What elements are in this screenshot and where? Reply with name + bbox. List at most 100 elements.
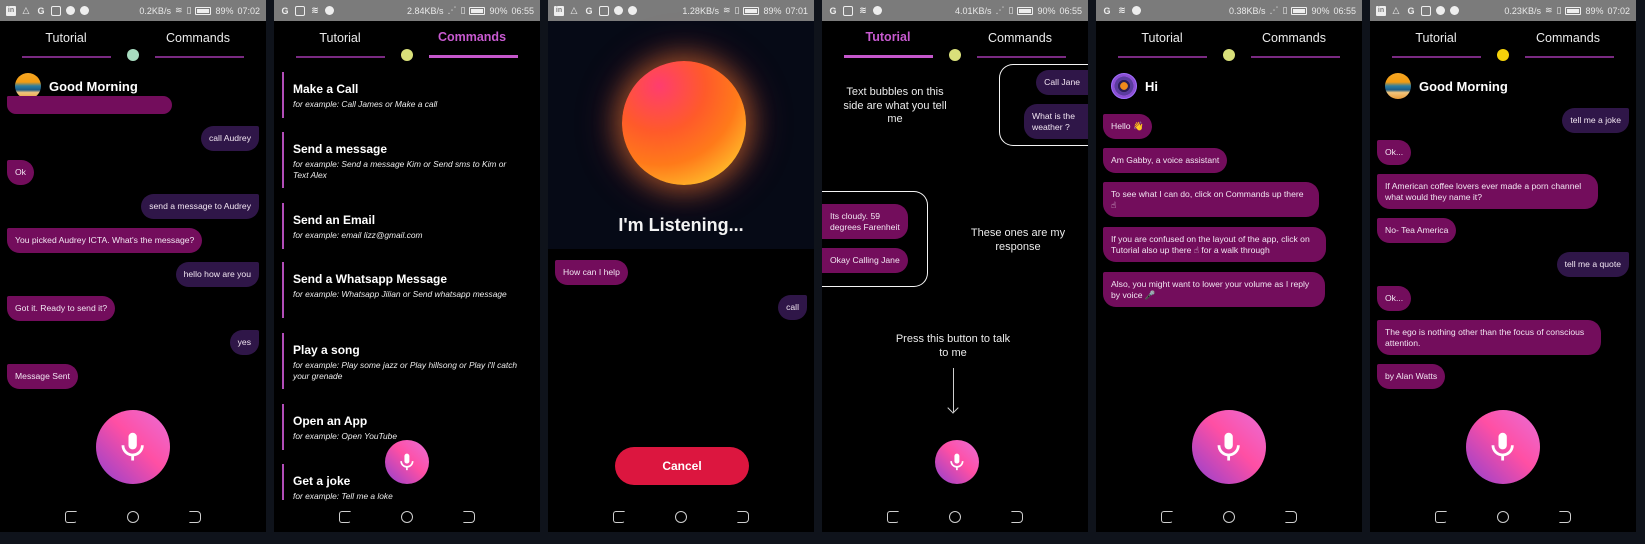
tab-commands[interactable]: Commands bbox=[148, 31, 248, 45]
status-bar: G ≋ 2.84KB/s ⋰ ▯ 90% 06:55 bbox=[274, 0, 540, 21]
mic-button[interactable] bbox=[385, 440, 429, 484]
recent-apps-icon[interactable] bbox=[1161, 511, 1173, 523]
tab-bar: Tutorial Commands bbox=[1096, 22, 1362, 62]
recent-apps-icon[interactable] bbox=[887, 511, 899, 523]
back-icon[interactable] bbox=[189, 511, 201, 523]
wifi-icon: ≋ bbox=[174, 5, 183, 15]
battery-percent: 89% bbox=[763, 5, 782, 16]
google-icon: G bbox=[1103, 5, 1111, 16]
back-icon[interactable] bbox=[1285, 511, 1297, 523]
mic-button[interactable] bbox=[1466, 410, 1540, 484]
google-icon: G bbox=[829, 5, 837, 16]
cast-icon bbox=[51, 5, 61, 16]
command-item[interactable]: Send a Whatsapp Message for example: Wha… bbox=[282, 262, 522, 318]
command-example: for example: Tell me a loke bbox=[293, 491, 393, 501]
chat-bubble-bot: Message Sent bbox=[7, 364, 78, 389]
mic-button[interactable] bbox=[1192, 410, 1266, 484]
home-icon[interactable] bbox=[675, 511, 687, 523]
drive-icon: △ bbox=[1392, 5, 1400, 15]
back-icon[interactable] bbox=[1559, 511, 1571, 523]
chat-bubble-user: yes bbox=[229, 330, 259, 355]
linkedin-icon: in bbox=[1376, 5, 1386, 16]
status-bar: G ≋ 0.38KB/s ⋰ ▯ 90% 06:55 bbox=[1096, 0, 1362, 21]
cast-icon bbox=[295, 5, 305, 16]
battery-percent: 90% bbox=[1311, 5, 1330, 16]
back-icon[interactable] bbox=[463, 511, 475, 523]
command-example: for example: email lizz@gmail.com bbox=[293, 230, 423, 240]
clock: 06:55 bbox=[511, 5, 534, 16]
cast-icon bbox=[599, 5, 609, 16]
chat-bubble-bot: Also, you might want to lower your volum… bbox=[1103, 272, 1325, 307]
recent-apps-icon[interactable] bbox=[1435, 511, 1447, 523]
tab-commands[interactable]: Commands bbox=[1244, 31, 1344, 45]
back-icon[interactable] bbox=[1011, 511, 1023, 523]
network-speed: 0.2KB/s bbox=[139, 5, 171, 16]
chat-bubble-bot-example: Okay Calling Jane bbox=[822, 248, 908, 273]
arrow-down-icon bbox=[953, 368, 954, 412]
tab-bar: Tutorial Commands bbox=[274, 22, 540, 62]
status-bar: in △ G 0.2KB/s ≋ ▯ 89% 07:02 bbox=[0, 0, 266, 21]
wifi-icon: ≋ bbox=[722, 5, 731, 15]
signal-icon: ⋰ bbox=[447, 5, 457, 15]
command-item[interactable]: Play a song for example: Play some jazz … bbox=[282, 333, 522, 389]
tab-underline-tutorial bbox=[22, 56, 111, 58]
recent-apps-icon[interactable] bbox=[339, 511, 351, 523]
screen-tutorial: G ≋ 4.01KB/s ⋰ ▯ 90% 06:55 Tutorial Comm… bbox=[822, 0, 1088, 532]
sim-icon: ▯ bbox=[460, 5, 466, 15]
home-icon[interactable] bbox=[401, 511, 413, 523]
command-title: Send a Whatsapp Message bbox=[293, 272, 448, 286]
chat-bubble-bot: If you are confused on the layout of the… bbox=[1103, 227, 1326, 262]
tab-underline-tutorial bbox=[1392, 56, 1481, 58]
google-icon: G bbox=[585, 5, 593, 16]
home-icon[interactable] bbox=[1223, 511, 1235, 523]
tab-commands[interactable]: Commands bbox=[1518, 31, 1618, 45]
command-item[interactable]: Make a Call for example: Call James or M… bbox=[282, 72, 522, 118]
chat-bubble-bot: How can I help bbox=[555, 260, 628, 285]
chat-bubble-bot: If American coffee lovers ever made a po… bbox=[1377, 174, 1598, 209]
chat-bubble-bot: To see what I can do, click on Commands … bbox=[1103, 182, 1319, 217]
linkedin-icon: in bbox=[554, 5, 564, 16]
command-item[interactable]: Send an Email for example: email lizz@gm… bbox=[282, 203, 522, 249]
tab-tutorial[interactable]: Tutorial bbox=[16, 31, 116, 45]
sim-icon: ▯ bbox=[1282, 5, 1288, 15]
network-speed: 2.84KB/s bbox=[406, 5, 444, 16]
tab-tutorial[interactable]: Tutorial bbox=[1112, 31, 1212, 45]
home-icon[interactable] bbox=[127, 511, 139, 523]
tab-commands[interactable]: Commands bbox=[970, 31, 1070, 45]
avatar bbox=[1111, 73, 1137, 99]
screen-listening: in △ G 1.28KB/s ≋ ▯ 89% 07:01 I'm Listen… bbox=[548, 0, 814, 532]
cast-icon bbox=[1421, 5, 1431, 16]
back-icon[interactable] bbox=[737, 511, 749, 523]
tab-underline-tutorial bbox=[296, 56, 385, 58]
tab-tutorial[interactable]: Tutorial bbox=[838, 30, 938, 44]
network-speed: 1.28KB/s bbox=[682, 5, 719, 16]
system-nav-bar bbox=[822, 502, 1088, 532]
recent-apps-icon[interactable] bbox=[613, 511, 625, 523]
system-nav-bar bbox=[1096, 502, 1362, 532]
tab-tutorial[interactable]: Tutorial bbox=[290, 31, 390, 45]
chat-bubble-user: tell me a joke bbox=[1562, 108, 1629, 133]
greeting-text: Good Morning bbox=[1419, 78, 1508, 94]
listening-label: I'm Listening... bbox=[618, 215, 744, 235]
chat-bubble-bot: The ego is nothing other than the focus … bbox=[1377, 320, 1601, 355]
tab-underline-commands bbox=[1251, 56, 1340, 58]
battery-icon bbox=[743, 6, 760, 15]
google-icon: G bbox=[281, 5, 289, 16]
tab-underline-commands bbox=[429, 55, 518, 58]
signal-icon: ⋰ bbox=[995, 5, 1005, 15]
tab-tutorial[interactable]: Tutorial bbox=[1386, 31, 1486, 45]
drive-icon: △ bbox=[570, 5, 578, 15]
command-example: for example: Whatsapp Jilian or Send wha… bbox=[293, 289, 507, 299]
status-bar: G ≋ 4.01KB/s ⋰ ▯ 90% 06:55 bbox=[822, 0, 1088, 21]
mic-button[interactable] bbox=[96, 410, 170, 484]
recent-apps-icon[interactable] bbox=[65, 511, 77, 523]
chat-bubble-user: tell me a quote bbox=[1556, 252, 1629, 277]
command-item[interactable]: Send a message for example: Send a messa… bbox=[282, 132, 522, 188]
mic-button[interactable] bbox=[935, 440, 979, 484]
status-indicator-dot bbox=[127, 49, 139, 61]
cancel-button[interactable]: Cancel bbox=[615, 447, 749, 485]
tab-commands[interactable]: Commands bbox=[422, 30, 522, 44]
home-icon[interactable] bbox=[949, 511, 961, 523]
home-icon[interactable] bbox=[1497, 511, 1509, 523]
chat-bubble-bot: Got it. Ready to send it? bbox=[7, 296, 116, 321]
